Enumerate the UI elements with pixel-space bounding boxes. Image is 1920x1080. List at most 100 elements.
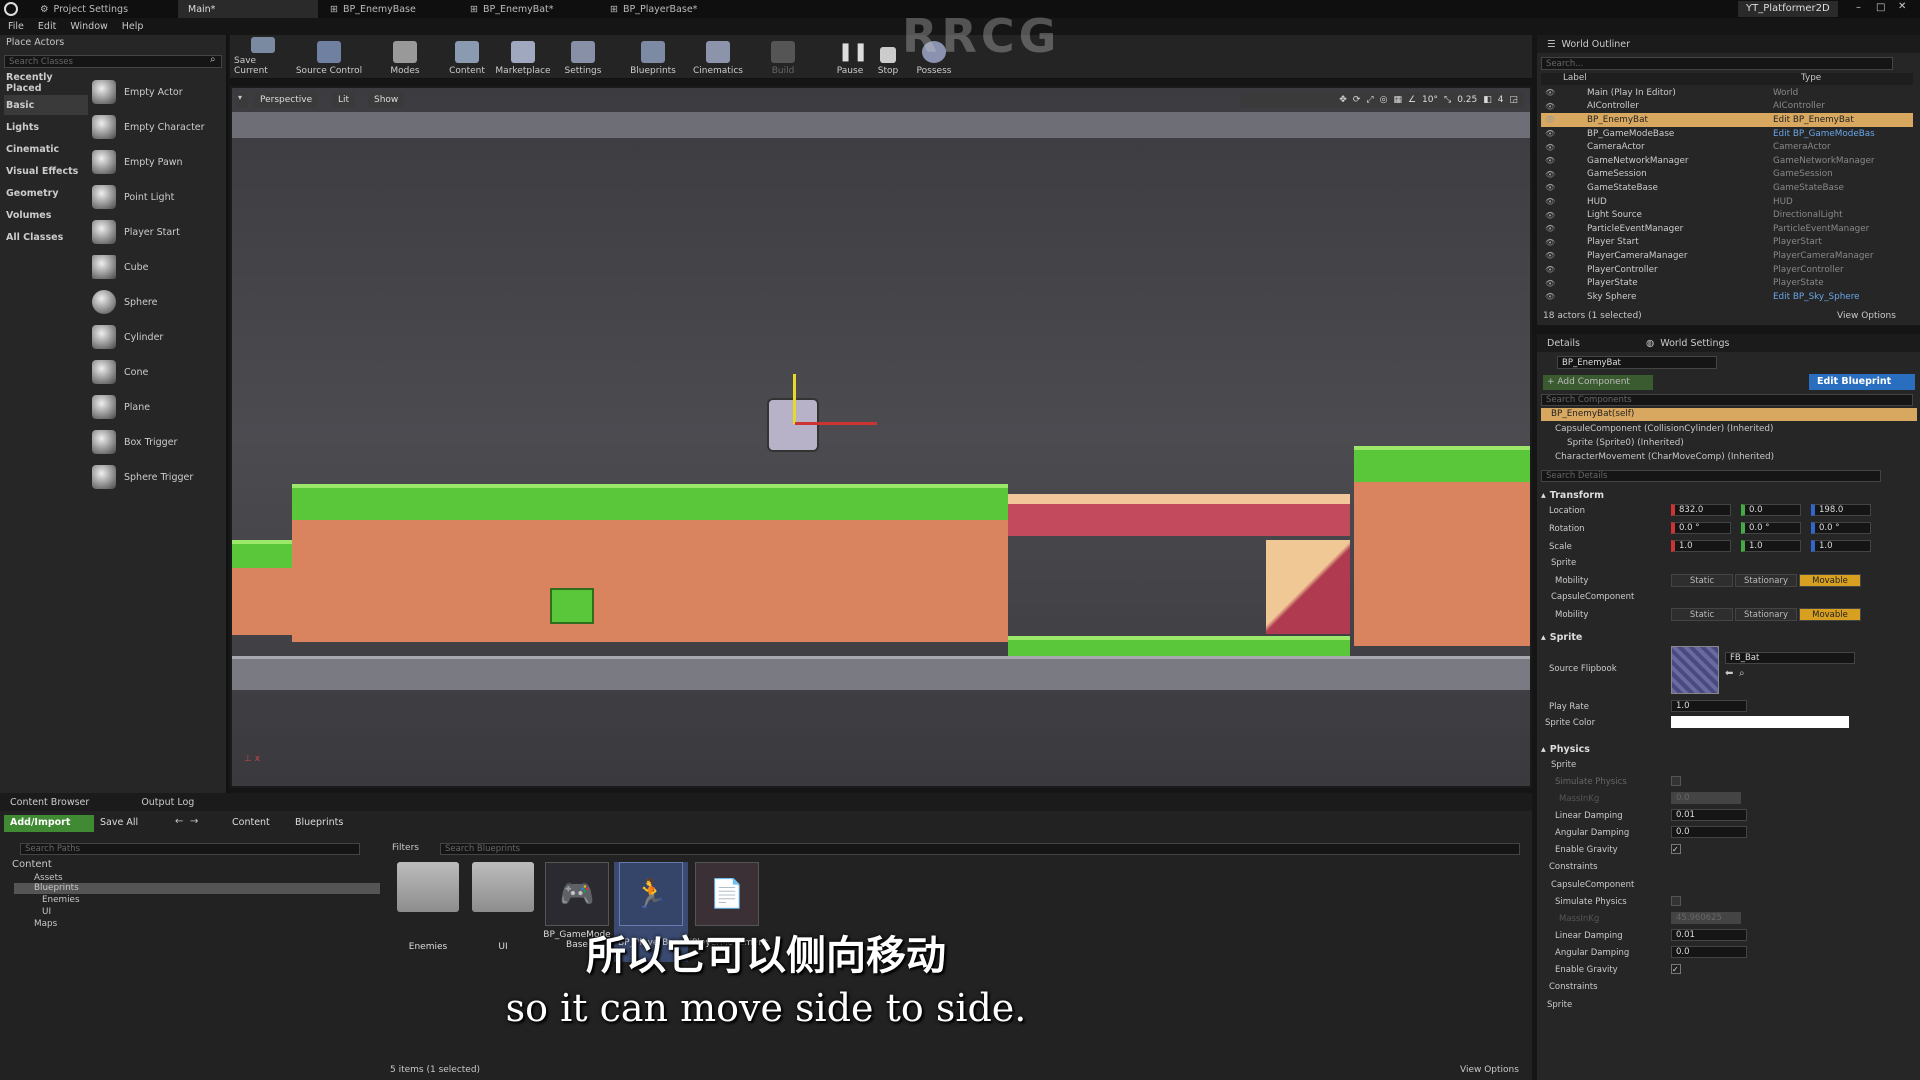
sprite-section[interactable]: ▴ Sprite xyxy=(1541,632,1582,643)
close-button[interactable]: ✕ xyxy=(1898,1,1906,12)
linear-damping-field[interactable]: 0.01 xyxy=(1671,809,1747,821)
rotation-x-field[interactable]: 0.0 ° xyxy=(1671,522,1731,534)
place-item-player-start[interactable]: Player Start xyxy=(92,215,222,249)
location-z-field[interactable]: 198.0 xyxy=(1811,504,1871,516)
tree-enemies[interactable]: Enemies xyxy=(42,895,80,905)
visibility-eye-icon[interactable]: 👁 xyxy=(1541,156,1559,165)
rotation-y-field[interactable]: 0.0 ° xyxy=(1741,522,1801,534)
location-label[interactable]: Location xyxy=(1549,506,1585,516)
actor-name-field[interactable]: BP_EnemyBat xyxy=(1557,356,1717,369)
play-rate-field[interactable]: 1.0 xyxy=(1671,700,1747,712)
outliner-row[interactable]: 👁 GameSession GameSession xyxy=(1541,168,1913,182)
mobility-movable-button[interactable]: Movable xyxy=(1799,574,1861,587)
sprite-color-label[interactable]: Sprite Color xyxy=(1545,718,1595,728)
search-paths-input[interactable]: Search Paths xyxy=(20,843,360,855)
scale-z-field[interactable]: 1.0 xyxy=(1811,540,1871,552)
outliner-row[interactable]: 👁 Player Start PlayerStart xyxy=(1541,236,1913,250)
category-recently-placed[interactable]: Recently Placed xyxy=(4,72,88,94)
category-basic[interactable]: Basic xyxy=(4,95,88,115)
save-all-button[interactable]: Save All xyxy=(100,817,138,828)
outliner-search-input[interactable]: Search... xyxy=(1541,57,1893,70)
capsule-angular-damping-field[interactable]: 0.0 xyxy=(1671,946,1747,958)
tree-maps[interactable]: Maps xyxy=(34,919,57,929)
column-label-header[interactable]: Label xyxy=(1541,73,1801,85)
place-item-plane[interactable]: Plane xyxy=(92,390,222,424)
rotation-z-field[interactable]: 0.0 ° xyxy=(1811,522,1871,534)
category-lights[interactable]: Lights xyxy=(4,117,88,137)
enable-gravity-checkbox[interactable]: ✓ xyxy=(1671,844,1681,854)
content-button[interactable]: Content xyxy=(438,37,496,79)
location-x-field[interactable]: 832.0 xyxy=(1671,504,1731,516)
tab-bp-enemybat[interactable]: ⊞ BP_EnemyBat* xyxy=(460,0,564,18)
outliner-row[interactable]: 👁 PlayerCameraManager PlayerCameraManager xyxy=(1541,249,1913,263)
breadcrumb-blueprints[interactable]: Blueprints xyxy=(295,817,343,828)
outliner-row[interactable]: 👁 AIController AIController xyxy=(1541,100,1913,114)
tree-content[interactable]: Content xyxy=(12,859,52,870)
capsule-mobility-static-button[interactable]: Static xyxy=(1671,608,1733,621)
outliner-row[interactable]: 👁 ParticleEventManager ParticleEventManage… xyxy=(1541,222,1913,236)
grid-snap-icon[interactable]: ▦ xyxy=(1393,95,1402,105)
outliner-row[interactable]: 👁 Sky Sphere Edit BP_Sky_Sphere xyxy=(1541,290,1913,304)
visibility-eye-icon[interactable]: 👁 xyxy=(1541,292,1559,301)
forward-arrow-icon[interactable]: → xyxy=(190,816,198,827)
build-button[interactable]: Build xyxy=(754,37,812,79)
search-blueprints-input[interactable]: Search Blueprints xyxy=(440,843,1520,855)
component-sprite-row[interactable]: Sprite (Sprite0) (Inherited) xyxy=(1567,438,1684,448)
tree-assets[interactable]: Assets xyxy=(34,873,63,883)
scale-x-field[interactable]: 1.0 xyxy=(1671,540,1731,552)
menu-file[interactable]: File xyxy=(8,21,24,32)
visibility-eye-icon[interactable]: 👁 xyxy=(1541,279,1559,288)
place-item-empty-pawn[interactable]: Empty Pawn xyxy=(92,145,222,179)
visibility-eye-icon[interactable]: 👁 xyxy=(1541,251,1559,260)
location-y-field[interactable]: 0.0 xyxy=(1741,504,1801,516)
angular-damping-field[interactable]: 0.0 xyxy=(1671,826,1747,838)
place-item-empty-actor[interactable]: Empty Actor xyxy=(92,75,222,109)
outliner-row[interactable]: 👁 BP_EnemyBat Edit BP_EnemyBat xyxy=(1541,113,1913,127)
edit-blueprint-button[interactable]: Edit Blueprint xyxy=(1809,374,1915,390)
capsule-mobility-stationary-button[interactable]: Stationary xyxy=(1735,608,1797,621)
tab-content-browser[interactable]: Content Browser xyxy=(10,797,89,808)
flipbook-thumbnail[interactable] xyxy=(1671,646,1719,694)
translate-icon[interactable]: ✥ xyxy=(1339,95,1347,105)
capsule-linear-damping-field[interactable]: 0.01 xyxy=(1671,929,1747,941)
tab-bp-playerbase[interactable]: ⊞ BP_PlayerBase* xyxy=(600,0,707,18)
visibility-eye-icon[interactable]: 👁 xyxy=(1541,129,1559,138)
capsule-subsection[interactable]: CapsuleComponent xyxy=(1551,592,1634,602)
menu-help[interactable]: Help xyxy=(122,21,144,32)
visibility-eye-icon[interactable]: 👁 xyxy=(1541,183,1559,192)
viewport-menu-button[interactable]: ▾ xyxy=(236,92,248,108)
capsule-mass-field[interactable]: 45.960625 xyxy=(1671,912,1741,924)
visibility-eye-icon[interactable]: 👁 xyxy=(1541,102,1559,111)
cb-view-options[interactable]: View Options xyxy=(1460,1065,1519,1075)
scale-y-field[interactable]: 1.0 xyxy=(1741,540,1801,552)
transform-section[interactable]: ▴ Transform xyxy=(1541,490,1604,501)
rotate-icon[interactable]: ⟳ xyxy=(1353,95,1361,105)
sprite-color-swatch[interactable] xyxy=(1671,716,1849,728)
angle-snap-icon[interactable]: ∠ xyxy=(1408,95,1416,105)
angle-snap-value[interactable]: 10° xyxy=(1422,95,1438,105)
unreal-logo-icon[interactable] xyxy=(4,2,18,16)
search-details-input[interactable]: Search Details xyxy=(1541,470,1881,482)
physics-sprite-subsection[interactable]: Sprite xyxy=(1551,760,1576,770)
maximize-button[interactable]: □ xyxy=(1876,2,1885,13)
capsule-simulate-physics-checkbox[interactable] xyxy=(1671,896,1681,906)
search-classes-input[interactable]: Search Classes xyxy=(4,55,222,68)
blueprints-button[interactable]: Blueprints xyxy=(624,37,682,79)
outliner-row[interactable]: 👁 Main (Play In Editor) World xyxy=(1541,86,1913,100)
sprite-subsection[interactable]: Sprite xyxy=(1551,558,1576,568)
modes-button[interactable]: Modes xyxy=(376,37,434,79)
scale-icon[interactable]: ⤢ xyxy=(1366,95,1373,105)
minimize-button[interactable]: – xyxy=(1856,2,1861,13)
capsule-mobility-movable-button[interactable]: Movable xyxy=(1799,608,1861,621)
outliner-row[interactable]: 👁 PlayerState PlayerState xyxy=(1541,276,1913,290)
mass-field[interactable]: 0.0 xyxy=(1671,792,1741,804)
place-item-sphere[interactable]: Sphere xyxy=(92,285,222,319)
perspective-button[interactable]: Perspective xyxy=(254,92,319,108)
camera-speed-value[interactable]: 4 xyxy=(1498,95,1504,105)
tab-output-log[interactable]: Output Log xyxy=(141,797,194,808)
breadcrumb-content[interactable]: Content xyxy=(232,817,270,828)
place-item-cone[interactable]: Cone xyxy=(92,355,222,389)
mobility-stationary-button[interactable]: Stationary xyxy=(1735,574,1797,587)
add-component-button[interactable]: + Add Component xyxy=(1543,375,1653,390)
visibility-eye-icon[interactable]: 👁 xyxy=(1541,170,1559,179)
